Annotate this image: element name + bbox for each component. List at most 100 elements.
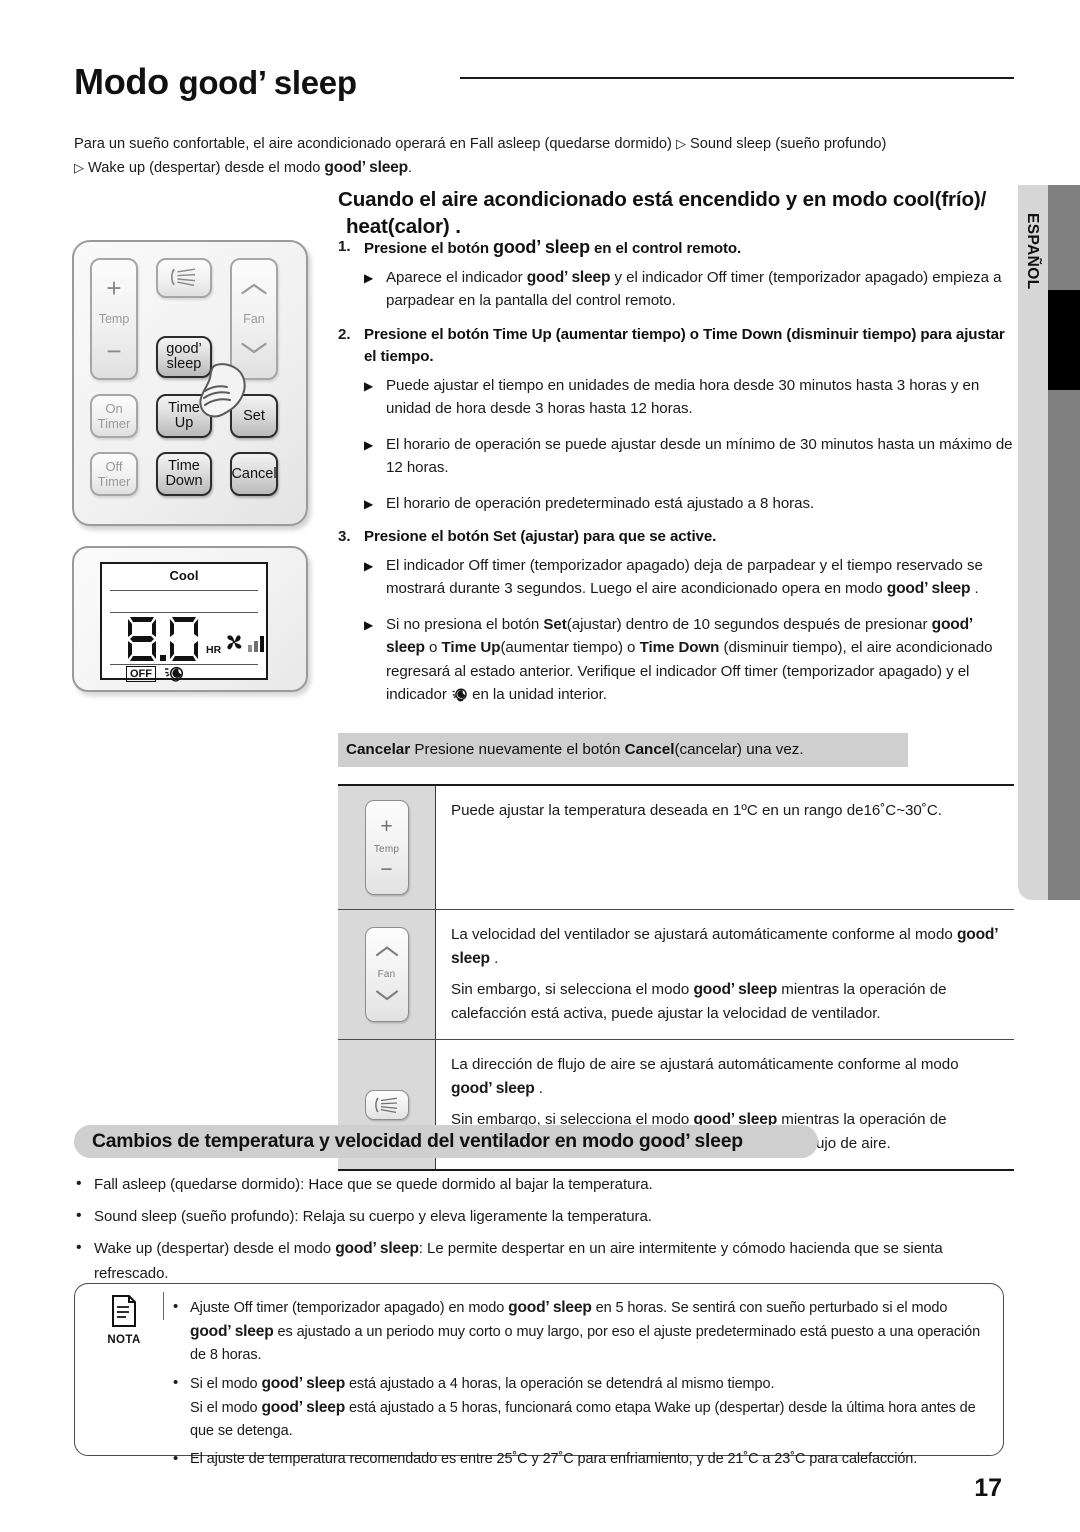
step-2: 2. Presione el botón Time Up (aumentar t… [338, 324, 1014, 369]
signal-bars-icon [248, 636, 264, 652]
remote-good-sleep-key[interactable]: good’ sleep [156, 336, 212, 378]
note-item: • Si el modo good’ sleep está ajustado a… [173, 1372, 989, 1443]
remote-time-up-key[interactable]: Time Up [156, 394, 212, 438]
bullet-text-a: Aparece el indicador [386, 268, 527, 286]
remote-set-key[interactable]: Set [230, 394, 278, 438]
intro-brand: good’ sleep [324, 159, 408, 176]
timeup-bold: Time Up [441, 639, 501, 656]
remote-fan-key[interactable]: Fan [230, 258, 278, 380]
para-b: . [534, 1080, 543, 1097]
set-bold: Set [543, 615, 567, 633]
list-item: • Fall asleep (quedarse dormido): Hace qu… [74, 1172, 1004, 1197]
lcd-unit-label: HR [206, 644, 222, 656]
note-text-b: está ajustado a 4 horas, la operación se… [345, 1376, 775, 1392]
edge-strip-marker [1048, 290, 1080, 390]
note-text-c: es ajustado a un periodo muy corto o muy… [190, 1324, 981, 1363]
para-brand: good’ sleep [451, 1080, 535, 1097]
remote-cancel-key[interactable]: Cancel [230, 452, 278, 496]
bullet-brand: good’ sleep [886, 580, 971, 597]
step-3: 3. Presione el botón Set (ajustar) para … [338, 526, 1014, 549]
remote-good-sleep-label-1: good’ [166, 341, 202, 357]
table-paragraph: La velocidad del ventilador se ajustará … [451, 923, 1000, 971]
table-text-cell: Puede ajustar la temperatura deseada en … [436, 786, 1014, 909]
good-sleep-indicator-icon [451, 686, 468, 710]
table-row: + Temp − Puede ajustar la temperatura de… [338, 786, 1014, 910]
step-2-text: Presione el botón Time Up (aumentar tiem… [364, 325, 1005, 366]
bullet-triangle-icon: ▶ [364, 558, 374, 573]
remote-on-timer-label-2: Timer [97, 416, 131, 431]
header-rule [460, 77, 1014, 79]
remote-display-illustration: Cool HR OFF [72, 546, 308, 692]
step-3-text: Presione el botón Set (ajustar) para que… [364, 528, 717, 545]
intro-paragraph: Para un sueño confortable, el aire acond… [74, 132, 1004, 180]
lcd-divider [110, 612, 258, 613]
section2-heading-a: Cambios de temperatura y velocidad del v… [92, 1130, 639, 1152]
bullet-triangle-icon: ▶ [364, 437, 374, 452]
note-item: • Ajuste Off timer (temporizador apagado… [173, 1296, 989, 1367]
triangle-icon: ▷ [675, 136, 686, 151]
list-item-text: Fall asleep (quedarse dormido): Hace que… [94, 1176, 653, 1193]
function-table: + Temp − Puede ajustar la temperatura de… [338, 784, 1014, 1171]
step-1-text: Presione el botón good’ sleep en el cont… [364, 236, 1014, 261]
step-1-bullet-1: ▶ Aparece el indicador good’ sleep y el … [364, 266, 1014, 313]
table-paragraph: La dirección de flujo de aire se ajustar… [451, 1053, 1000, 1101]
step-1-text-b: en el control remoto. [589, 240, 742, 257]
remote-good-sleep-label-2: sleep [166, 356, 202, 372]
remote-on-timer-key[interactable]: On Timer [90, 394, 138, 438]
step-2-bullet-2: ▶ El horario de operación se puede ajust… [364, 433, 1014, 480]
step-1-text-a: Presione el botón [364, 240, 494, 257]
para-a: La velocidad del ventilador se ajustará … [451, 926, 957, 943]
set-bullet-p4: (aumentar tiempo) o [500, 639, 640, 656]
page-number: 17 [974, 1474, 1002, 1502]
bullet-dot-icon: • [76, 1175, 82, 1192]
remote-temp-key[interactable]: + Temp − [90, 258, 138, 380]
para-a: La dirección de flujo de aire se ajustar… [451, 1056, 959, 1073]
chevron-up-icon [375, 945, 399, 960]
temp-key-icon: + Temp − [364, 800, 409, 895]
step-1-brand: good’ sleep [493, 237, 590, 257]
intro-line2-b: . [407, 160, 413, 176]
lcd-divider [110, 590, 258, 591]
intro-line1-a: Para un sueño confortable, el aire acond… [74, 136, 676, 152]
bullet-dot-icon: • [76, 1207, 82, 1224]
airflow-swing-icon [167, 266, 201, 291]
step-1: 1. Presione el botón good’ sleep en el c… [338, 236, 1014, 261]
table-paragraph: Puede ajustar la temperatura deseada en … [451, 802, 942, 819]
remote-time-down-key[interactable]: Time Down [156, 452, 212, 496]
note-text-a: El ajuste de temperatura recomendado es … [190, 1451, 918, 1467]
remote-off-timer-label-2: Timer [97, 474, 131, 489]
timedown-bold: Time Down [639, 639, 720, 656]
table-text-cell: La velocidad del ventilador se ajustará … [436, 910, 1014, 1039]
bullet-triangle-icon: ▶ [364, 617, 374, 632]
note-divider [163, 1292, 164, 1320]
table-paragraph: Sin embargo, si selecciona el modo good’… [451, 978, 1000, 1026]
list-item: • Wake up (despertar) desde el modo good’… [74, 1236, 1004, 1286]
note-label: NOTA [107, 1334, 141, 1346]
page-title: Modo good’ sleep [74, 58, 1014, 107]
section2-bullet-list: • Fall asleep (quedarse dormido): Hace qu… [74, 1172, 1004, 1293]
bullet-text-b: . [970, 580, 979, 597]
list-item-text: Sound sleep (sueño profundo): Relaja su … [94, 1208, 652, 1225]
triangle-icon: ▷ [74, 160, 84, 175]
bullet-dot-icon: • [76, 1239, 82, 1256]
chevron-down-icon [240, 341, 268, 357]
step-2-bullet-3: ▶ El horario de operación predeterminado… [364, 492, 1014, 516]
bullet-triangle-icon: ▶ [364, 496, 374, 511]
remote-set-label: Set [243, 407, 265, 424]
page-title-brand: good’ sleep [178, 64, 357, 101]
para-brand: good’ sleep [693, 981, 778, 998]
set-bullet-p1: Si no presiona el botón [386, 615, 544, 633]
bullet-dot-icon: • [173, 1374, 179, 1391]
cancel-bar: Cancelar Presione nuevamente el botón Ca… [338, 733, 908, 767]
intro-line2-a: Wake up (despertar) desde el modo [84, 160, 325, 176]
language-tab-label: ESPAÑOL [1024, 213, 1041, 290]
minus-icon: − [380, 858, 393, 881]
temp-key-label: Temp [373, 844, 400, 855]
cancel-bar-text-a: Presione nuevamente el botón [410, 741, 625, 758]
fan-key-icon: Fan [364, 927, 409, 1022]
remote-off-timer-key[interactable]: Off Timer [90, 452, 138, 496]
list-item: • Sound sleep (sueño profundo): Relaja su… [74, 1204, 1004, 1229]
remote-airflow-key[interactable] [156, 258, 212, 298]
remote-fan-label: Fan [243, 311, 265, 326]
cancel-bar-label: Cancelar [346, 741, 411, 758]
